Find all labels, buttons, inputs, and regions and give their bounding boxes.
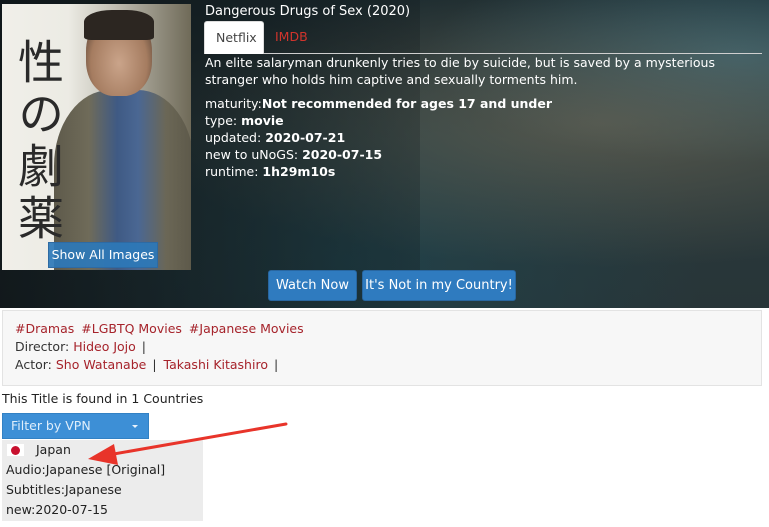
actor-label: Actor:: [15, 357, 52, 372]
meta-updated: updated: 2020-07-21: [205, 129, 552, 146]
caret-down-icon: [132, 425, 138, 428]
tag-link[interactable]: #Japanese Movies: [189, 321, 304, 336]
meta-new-value: 2020-07-15: [302, 147, 383, 162]
actor-link[interactable]: Takashi Kitashiro: [164, 357, 268, 372]
meta-maturity: maturity:Not recommended for ages 17 and…: [205, 95, 552, 112]
not-in-country-button[interactable]: It's Not in my Country!: [362, 270, 516, 301]
separator: |: [141, 339, 146, 354]
found-count-text: This Title is found in 1 Countries: [2, 391, 204, 406]
director-label: Director:: [15, 339, 70, 354]
synopsis: An elite salaryman drunkenly tries to di…: [205, 55, 715, 87]
tag-link[interactable]: #Dramas: [15, 321, 74, 336]
filter-vpn-placeholder: Filter by VPN: [11, 418, 91, 433]
director-line: Director: Hideo Jojo |: [15, 339, 149, 354]
meta-new: new to uNoGS: 2020-07-15: [205, 146, 552, 163]
separator: |: [273, 357, 279, 372]
info-panel: #Dramas #LGBTQ Movies #Japanese Movies Dir…: [2, 310, 762, 386]
genre-tags: #Dramas #LGBTQ Movies #Japanese Movies: [15, 321, 311, 336]
meta-maturity-value: Not recommended for ages 17 and under: [261, 96, 553, 111]
tag-link[interactable]: #LGBTQ Movies: [81, 321, 182, 336]
meta-updated-value: 2020-07-21: [265, 130, 346, 145]
meta-type-label: type:: [205, 113, 238, 128]
meta-new-label: new to uNoGS:: [205, 147, 299, 162]
meta-updated-label: updated:: [205, 130, 262, 145]
show-all-images-button[interactable]: Show All Images: [48, 242, 158, 268]
source-tabs: Netflix IMDB: [204, 21, 762, 54]
meta-type: type: movie: [205, 112, 552, 129]
poster-image[interactable]: 性の劇薬: [2, 4, 191, 270]
meta-runtime: runtime: 1h29m10s: [205, 163, 552, 180]
actor-line: Actor: Sho Watanabe | Takashi Kitashiro …: [15, 357, 281, 372]
director-link[interactable]: Hideo Jojo: [73, 339, 136, 354]
meta-runtime-label: runtime:: [205, 164, 259, 179]
flag-sun-icon: [11, 446, 20, 455]
tab-netflix[interactable]: Netflix: [204, 21, 264, 54]
tab-imdb[interactable]: IMDB: [264, 21, 319, 54]
poster-title-logo: 性の劇薬: [11, 38, 65, 246]
watch-now-button[interactable]: Watch Now: [268, 270, 357, 301]
meta-maturity-label: maturity:: [205, 96, 262, 111]
poster-figure-hair: [84, 10, 154, 40]
meta-type-value: movie: [241, 113, 284, 128]
separator: |: [152, 357, 157, 372]
country-name: Japan: [36, 442, 71, 457]
meta-list: maturity:Not recommended for ages 17 and…: [205, 95, 552, 180]
country-subtitles: Subtitles:Japanese: [6, 482, 122, 497]
page-title: Dangerous Drugs of Sex (2020): [205, 4, 411, 19]
country-audio: Audio:Japanese [Original]: [6, 462, 166, 477]
hero-banner: 性の劇薬 Show All Images Dangerous Drugs of …: [0, 0, 769, 308]
country-new-date: new:2020-07-15: [6, 502, 109, 517]
meta-runtime-value: 1h29m10s: [262, 164, 336, 179]
filter-vpn-select[interactable]: Filter by VPN: [2, 413, 149, 439]
japan-flag-icon: [7, 444, 24, 456]
country-card: Japan Audio:Japanese [Original] Subtitle…: [2, 440, 203, 521]
actor-link[interactable]: Sho Watanabe: [56, 357, 146, 372]
